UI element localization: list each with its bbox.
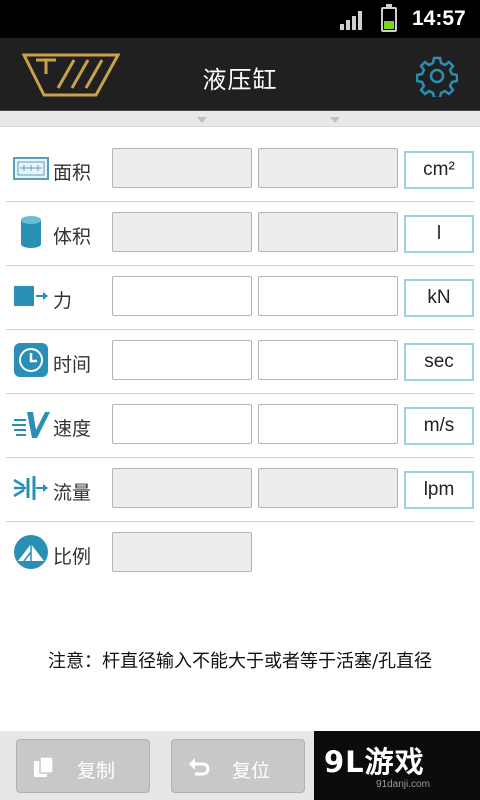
column-arrow-icon <box>330 117 340 123</box>
copy-icon <box>34 756 54 777</box>
row-label-force: 力 <box>53 290 73 312</box>
row-speed: 速度 m/s <box>0 394 480 458</box>
row-volume: 体积 l <box>0 202 480 266</box>
column-arrow-icon <box>197 117 207 123</box>
speed-unit-button[interactable]: m/s <box>404 407 474 445</box>
reset-button[interactable]: 复位 <box>171 739 305 793</box>
row-label-speed: 速度 <box>53 418 92 440</box>
row-label-time: 时间 <box>53 354 92 376</box>
row-label-ratio: 比例 <box>53 546 92 568</box>
cylinder-icon <box>21 216 41 248</box>
row-force: 力 kN <box>0 266 480 330</box>
ratio-icon <box>14 535 48 569</box>
volume-field-1[interactable] <box>112 212 252 252</box>
row-label-flow: 流量 <box>53 482 92 504</box>
page-title: 液压缸 <box>202 66 278 94</box>
row-flow: 流量 lpm <box>0 458 480 522</box>
reset-button-label: 复位 <box>232 760 271 782</box>
watermark-url: 91danji.com <box>376 779 430 790</box>
speed-icon <box>12 412 50 438</box>
area-field-1[interactable] <box>112 148 252 188</box>
copy-button[interactable]: 复制 <box>16 739 150 793</box>
status-time: 14:57 <box>412 7 466 30</box>
ratio-field[interactable] <box>112 532 252 572</box>
undo-icon <box>189 758 210 776</box>
area-icon <box>13 157 49 180</box>
time-field-1[interactable] <box>112 340 252 380</box>
battery-icon <box>381 4 397 32</box>
speed-field-2[interactable] <box>258 404 398 444</box>
row-ratio: 比例 <box>0 522 480 586</box>
title-bar: 液压缸 <box>0 38 480 111</box>
flow-unit-button[interactable]: lpm <box>404 471 474 509</box>
flow-icon <box>13 476 48 500</box>
force-field-2[interactable] <box>258 276 398 316</box>
speed-field-1[interactable] <box>112 404 252 444</box>
force-field-1[interactable] <box>112 276 252 316</box>
time-field-2[interactable] <box>258 340 398 380</box>
copy-button-label: 复制 <box>77 760 116 782</box>
area-field-2[interactable] <box>258 148 398 188</box>
column-header-strip <box>0 111 480 127</box>
note-text: 注意：杆直径输入不能大于或者等于活塞/孔直径 <box>47 651 433 672</box>
flow-field-2[interactable] <box>258 468 398 508</box>
calculator-panel: 面积 cm² 体积 l 力 kN 时间 sec 速度 m/s 流量 lpm 比例… <box>0 111 480 731</box>
row-area: 面积 cm² <box>0 138 480 202</box>
row-label-area: 面积 <box>53 162 92 184</box>
watermark-logo-text: 9L游戏 <box>324 745 425 779</box>
row-label-volume: 体积 <box>53 226 92 248</box>
force-arrow-icon <box>14 286 48 306</box>
watermark: 9L游戏 91danji.com <box>314 731 480 800</box>
clock-icon <box>14 343 48 377</box>
force-unit-button[interactable]: kN <box>404 279 474 317</box>
flow-field-1[interactable] <box>112 468 252 508</box>
volume-unit-button[interactable]: l <box>404 215 474 253</box>
gear-icon[interactable] <box>416 55 458 97</box>
time-unit-button[interactable]: sec <box>404 343 474 381</box>
row-time: 时间 sec <box>0 330 480 394</box>
volume-field-2[interactable] <box>258 212 398 252</box>
status-bar: 14:57 <box>0 0 480 38</box>
area-unit-button[interactable]: cm² <box>404 151 474 189</box>
signal-icon <box>340 10 364 30</box>
